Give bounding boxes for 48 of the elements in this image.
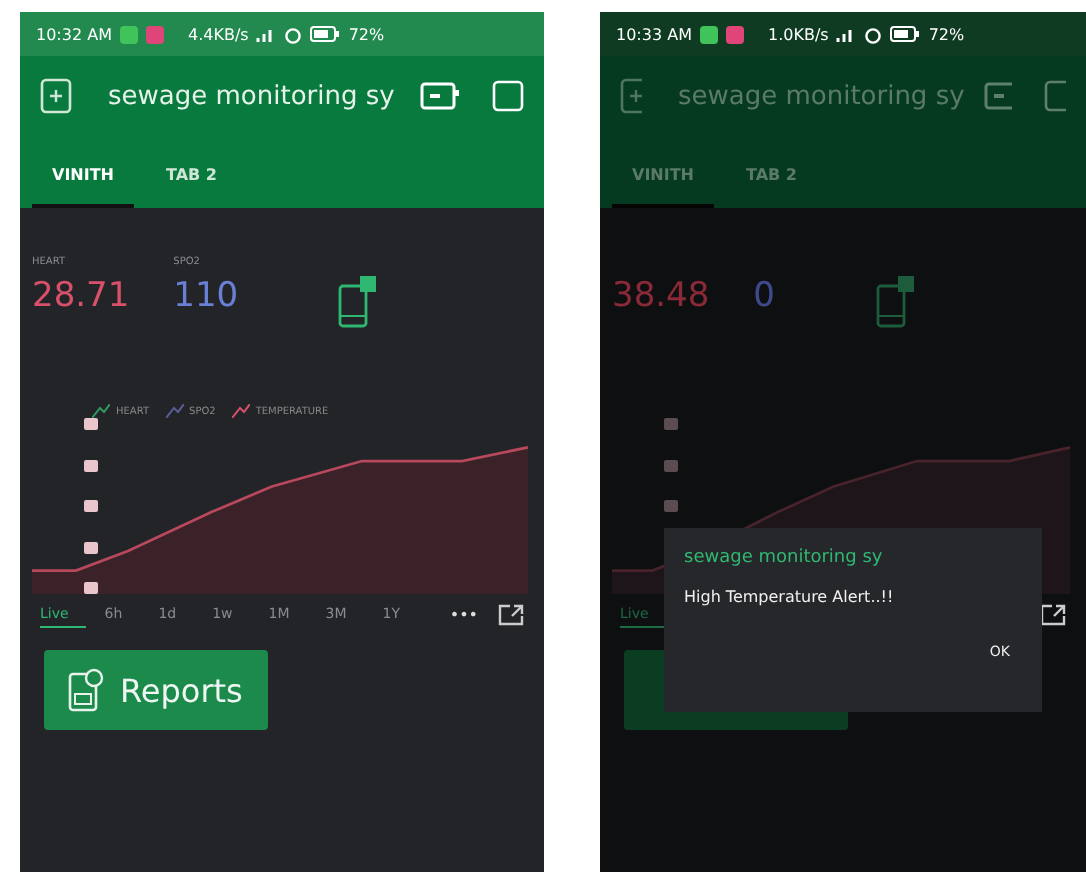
status-time: 10:32 AM <box>36 25 112 43</box>
signal-icon <box>836 25 857 43</box>
tablet-notification-icon[interactable] <box>338 276 379 328</box>
blurred-axis-label <box>664 459 678 471</box>
device-icon[interactable] <box>984 82 1013 110</box>
reading-value: 28.71 <box>32 276 130 316</box>
reports-button[interactable]: Reports <box>44 650 268 730</box>
camera-app-icon <box>725 25 744 43</box>
legend-line-icon[interactable] <box>165 404 184 418</box>
more-button[interactable]: ••• <box>449 605 478 623</box>
blurred-axis-label <box>84 459 98 471</box>
reading-value: 110 <box>173 276 239 316</box>
blurred-axis-label <box>84 500 98 512</box>
blurred-axis-label <box>84 582 98 594</box>
legend-line-icon[interactable] <box>92 404 110 418</box>
alarm-icon <box>864 25 883 43</box>
dialog-title: sewage monitoring sy <box>684 548 885 568</box>
signal-icon <box>256 25 277 43</box>
export-icon[interactable] <box>498 603 524 625</box>
blurred-axis-label <box>664 500 678 512</box>
battery-level: 72% <box>928 25 965 43</box>
blurred-axis-label <box>84 418 98 430</box>
square-icon[interactable] <box>492 80 524 112</box>
report-icon <box>68 668 104 712</box>
tab[interactable]: VINITH <box>612 136 714 208</box>
tab[interactable]: TAB 2 <box>146 136 237 208</box>
blurred-axis-label <box>84 541 98 553</box>
alarm-icon <box>284 25 303 43</box>
app-title: sewage monitoring sy <box>677 81 965 111</box>
network-speed: 1.0KB/s <box>767 25 829 43</box>
tab[interactable]: TAB 2 <box>726 136 817 208</box>
reading-value: 0 <box>753 276 775 316</box>
status-time: 10:33 AM <box>616 25 692 43</box>
blurred-axis-label <box>664 418 678 430</box>
export-icon[interactable] <box>1040 603 1066 625</box>
device-icon[interactable] <box>420 82 460 110</box>
legend-line-icon[interactable] <box>231 404 250 418</box>
chat-app-icon <box>119 25 138 43</box>
network-speed: 4.4KB/s <box>187 25 249 43</box>
tab[interactable]: VINITH <box>32 136 134 208</box>
battery-icon <box>890 26 921 42</box>
camera-app-icon <box>145 25 164 43</box>
battery-icon <box>310 26 341 42</box>
app-title: sewage monitoring sy <box>108 81 397 111</box>
battery-level: 72% <box>348 25 385 43</box>
reading-value: 38.48 <box>612 276 710 316</box>
chat-app-icon <box>699 25 718 43</box>
dialog-message: High Temperature Alert..!! <box>684 588 896 606</box>
